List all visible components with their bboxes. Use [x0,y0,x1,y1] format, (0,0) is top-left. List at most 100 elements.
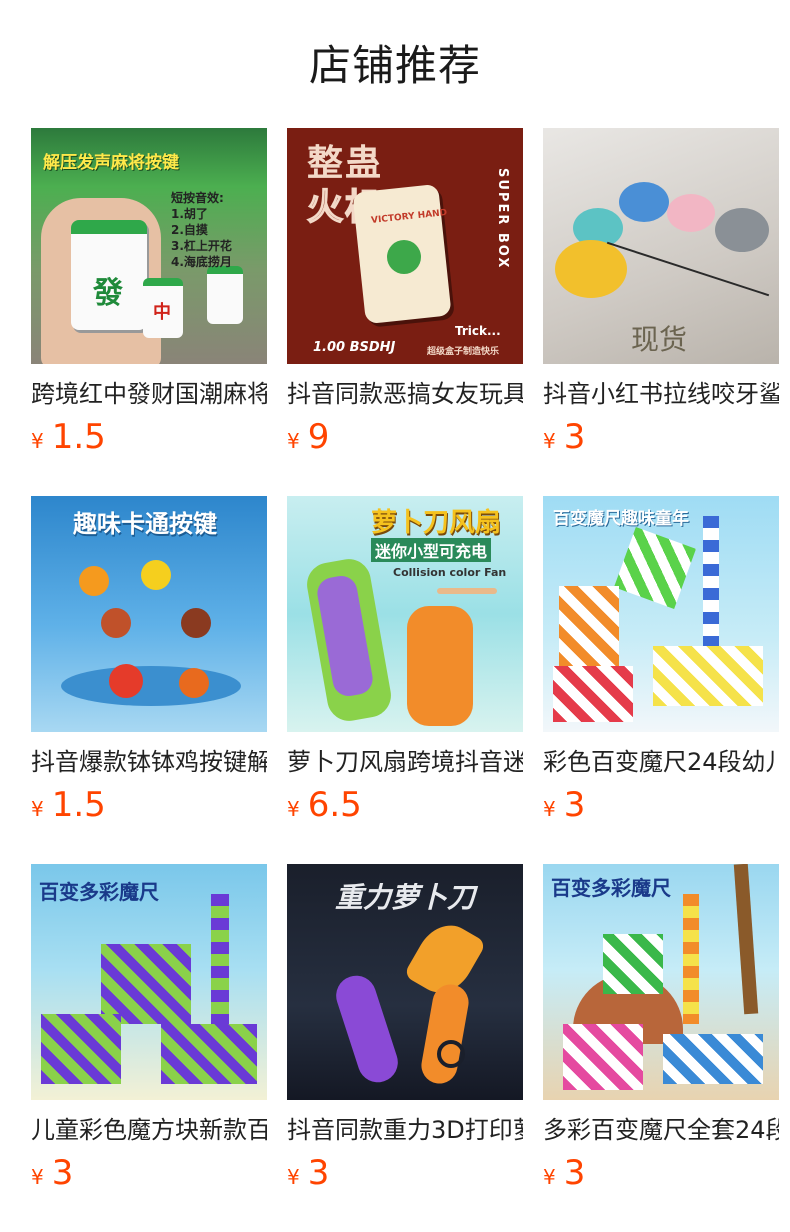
product-card[interactable]: 现货 抖音小红书拉线咬牙鲨鱼挂件 ¥3 [543,128,779,468]
toy-mushroom-red [109,664,143,698]
product-name[interactable]: 抖音同款恶搞女友玩具整蛊火机 [287,377,523,411]
currency-symbol: ¥ [543,1165,556,1189]
snake-puzzle-green [603,934,663,994]
product-image[interactable]: 百变多彩魔尺 [31,864,267,1100]
victory-hand-icon [387,240,421,274]
image-caption: 百变魔尺趣味童年 [553,509,689,529]
mahjong-fa-text: 發 [93,276,123,311]
mahjong-key-blank [207,266,243,324]
product-image[interactable]: 重力萝卜刀 [287,864,523,1100]
trick-text: Trick... [455,324,501,338]
product-price: ¥1.5 [31,785,267,825]
product-name[interactable]: 萝卜刀风扇跨境抖音迷你小型 [287,745,523,779]
display-stand [61,666,241,706]
product-image[interactable]: 现货 [543,128,779,364]
price-value: 3 [563,785,586,825]
image-caption: 百变多彩魔尺 [39,880,159,904]
image-caption: 现货 [631,323,688,356]
product-card[interactable]: 百变魔尺趣味童年 彩色百变魔尺24段幼儿园玩具 ¥3 [543,496,779,836]
product-price: ¥3 [543,1153,779,1193]
currency-symbol: ¥ [31,1165,44,1189]
currency-symbol: ¥ [543,429,556,453]
toy-mushroom [101,608,131,638]
shark-toy [715,208,769,252]
product-card[interactable]: 趣味卡通按键 抖音爆款钵钵鸡按键解压玩具 ¥1.5 [31,496,267,836]
product-name[interactable]: 抖音小红书拉线咬牙鲨鱼挂件 [543,377,779,411]
product-card[interactable]: 整蛊 火机 VICTORY HAND SUPER BOX Trick... 1.… [287,128,523,468]
price-value: 6.5 [307,785,362,825]
product-image[interactable]: 萝卜刀风扇 迷你小型可充电 Collision color Fan [287,496,523,732]
price-value: 3 [51,1153,74,1193]
currency-symbol: ¥ [31,797,44,821]
currency-symbol: ¥ [31,429,44,453]
product-price: ¥3 [287,1153,523,1193]
knife-ring [437,1040,465,1068]
snake-puzzle-yellow [653,646,763,706]
mahjong-zhong-text: 中 [153,302,171,323]
product-name[interactable]: 抖音爆款钵钵鸡按键解压玩具 [31,745,267,779]
product-name[interactable]: 多彩百变魔尺全套24段益智 [543,1113,779,1147]
product-image[interactable]: 整蛊 火机 VICTORY HAND SUPER BOX Trick... 1.… [287,128,523,364]
knife-purple [330,970,404,1088]
brand-vertical: SUPER BOX [495,168,510,270]
snake-puzzle-orange [559,586,619,666]
image-english-caption: Collision color Fan [393,566,507,579]
product-card[interactable]: 百变多彩魔尺 多彩百变魔尺全套24段益智 ¥3 [543,864,779,1204]
product-card[interactable]: 重力萝卜刀 抖音同款重力3D打印萝卜刀 ¥3 [287,864,523,1204]
currency-symbol: ¥ [287,797,300,821]
product-price: ¥3 [31,1153,267,1193]
currency-symbol: ¥ [287,1165,300,1189]
price-value: 3 [563,1153,586,1193]
product-price: ¥6.5 [287,785,523,825]
snake-puzzle-tower [683,894,699,1024]
knife-handle-orange [418,981,472,1087]
image-caption: 趣味卡通按键 [73,510,217,538]
slogan-text: 超级盒子制造快乐 [427,347,500,357]
snake-puzzle-animal [41,1014,121,1084]
product-name[interactable]: 跨境红中發财国潮麻将按键解压发声 [31,377,267,411]
product-card[interactable]: 百变多彩魔尺 儿童彩色魔方块新款百变魔尺 ¥3 [31,864,267,1204]
product-card[interactable]: 解压发声麻将按键 發 中 短按音效: 1.胡了 2.自摸 3.杠上开花 4.海底… [31,128,267,468]
snake-puzzle-pink [563,1024,643,1090]
toy-basketball [179,668,209,698]
snake-puzzle-green [613,526,697,610]
currency-symbol: ¥ [287,429,300,453]
image-caption: 解压发声麻将按键 [43,153,179,173]
product-price: ¥9 [287,417,523,457]
page-title: 店铺推荐 [308,41,481,90]
snake-puzzle-blue [663,1034,763,1084]
fan-orange [407,606,473,726]
product-name[interactable]: 儿童彩色魔方块新款百变魔尺 [31,1113,267,1147]
product-card[interactable]: 萝卜刀风扇 迷你小型可充电 Collision color Fan 萝卜刀风扇跨… [287,496,523,836]
product-image[interactable]: 百变魔尺趣味童年 [543,496,779,732]
toy-ball [181,608,211,638]
currency-symbol: ¥ [543,797,556,821]
product-price: ¥3 [543,785,779,825]
product-name[interactable]: 彩色百变魔尺24段幼儿园玩具 [543,745,779,779]
image-caption: 百变多彩魔尺 [551,876,671,900]
fan-blade [437,588,497,594]
product-image[interactable]: 解压发声麻将按键 發 中 短按音效: 1.胡了 2.自摸 3.杠上开花 4.海底… [31,128,267,364]
snake-puzzle-dino [101,944,191,1024]
product-price: ¥1.5 [31,417,267,457]
price-value: 3 [563,417,586,457]
product-image[interactable]: 百变多彩魔尺 [543,864,779,1100]
shark-toy [555,240,627,298]
price-value: 9 [307,417,330,457]
product-price: ¥3 [543,417,779,457]
image-caption: 萝卜刀风扇 [371,508,502,538]
snake-puzzle-shape [161,1024,257,1084]
palm-tree-trunk [733,864,759,1015]
sound-list: 短按音效: 1.胡了 2.自摸 3.杠上开花 4.海底捞月 [171,191,232,269]
shark-toy [667,194,715,232]
price-value: 3 [307,1153,330,1193]
shark-toy [619,182,669,222]
image-subcaption: 迷你小型可充电 [371,538,492,562]
snake-puzzle-red [553,666,633,722]
product-name[interactable]: 抖音同款重力3D打印萝卜刀 [287,1113,523,1147]
toy-chick [141,560,171,590]
product-image[interactable]: 趣味卡通按键 [31,496,267,732]
toy-orange [79,566,109,596]
price-value: 1.5 [51,785,106,825]
price-value: 1.5 [51,417,106,457]
